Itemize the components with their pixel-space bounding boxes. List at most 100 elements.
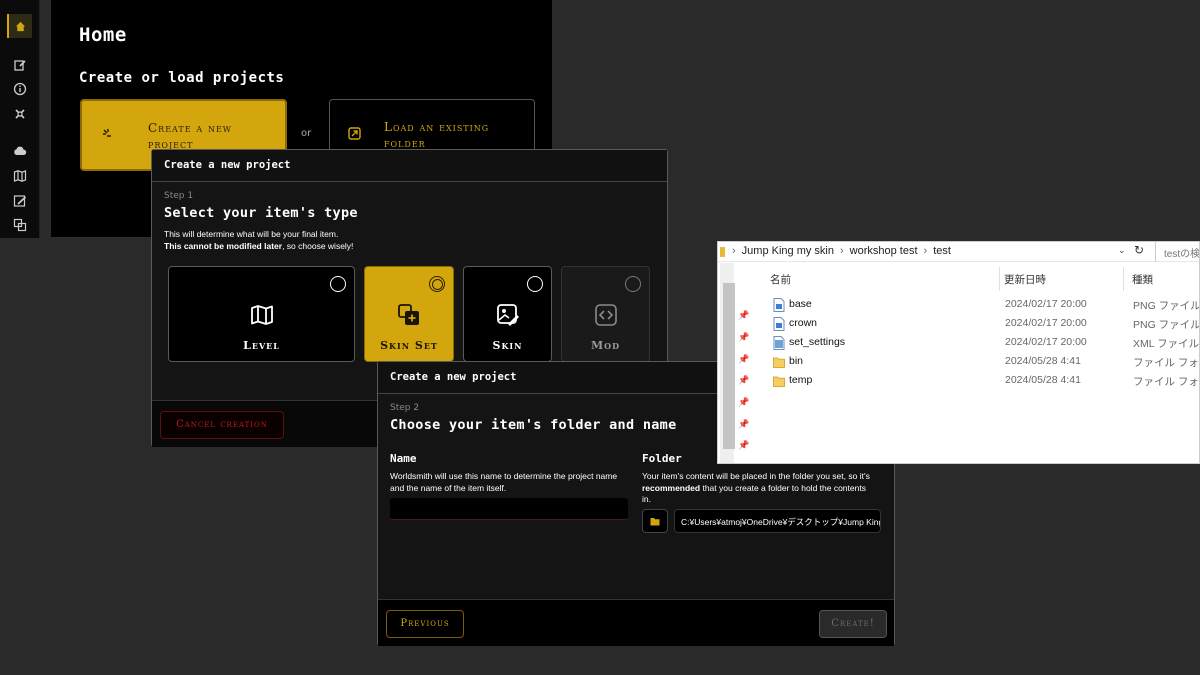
- pin-icon: 📌: [738, 311, 750, 321]
- radio-button[interactable]: [330, 276, 346, 292]
- file-type: PNG ファイル: [1133, 319, 1200, 331]
- type-card-level[interactable]: Level: [168, 266, 355, 362]
- type-label: Level: [243, 339, 280, 352]
- sparkle-icon: [103, 129, 111, 137]
- file-type: PNG ファイル: [1133, 300, 1200, 312]
- search-box[interactable]: testの検索: [1155, 242, 1199, 262]
- name-input[interactable]: [390, 498, 628, 520]
- create-button[interactable]: Create!: [819, 610, 887, 638]
- type-label: Skin Set: [380, 339, 438, 352]
- xml-file-icon: [773, 336, 785, 350]
- refresh-icon[interactable]: ↻: [1134, 243, 1148, 259]
- file-date: 2024/02/17 20:00: [1005, 336, 1087, 348]
- type-label: Mod: [590, 339, 621, 352]
- info-icon[interactable]: [13, 82, 27, 96]
- cancel-creation-button[interactable]: Cancel creation: [160, 411, 284, 439]
- code-icon: [594, 304, 617, 326]
- map-icon[interactable]: [13, 169, 27, 183]
- tools-icon[interactable]: [13, 107, 27, 121]
- column-header-name[interactable]: 名前: [770, 272, 791, 287]
- file-date: 2024/02/17 20:00: [1005, 298, 1087, 310]
- cloud-icon[interactable]: [13, 144, 27, 158]
- file-type: ファイル フォルダー: [1133, 357, 1199, 369]
- column-headers: 名前 更新日時 種類: [751, 263, 1199, 295]
- type-card-skin[interactable]: Skin: [463, 266, 552, 362]
- folder-path-field[interactable]: C:¥Users¥atmoj¥OneDrive¥デスクトップ¥Jump King…: [674, 509, 881, 533]
- section-title: Create or load projects: [79, 70, 285, 86]
- chevron-right-icon: ›: [923, 245, 928, 257]
- file-row[interactable]: set_settings 2024/02/17 20:00 XML ファイル: [751, 333, 1199, 352]
- pin-icon: 📌: [738, 333, 750, 343]
- sidebar-home-button[interactable]: [7, 14, 32, 38]
- file-row[interactable]: base 2024/02/17 20:00 PNG ファイル: [751, 295, 1199, 314]
- folder-row[interactable]: bin 2024/05/28 4:41 ファイル フォルダー: [751, 352, 1199, 371]
- pin-icon: 📌: [738, 398, 750, 408]
- edit-icon[interactable]: [13, 58, 27, 72]
- file-name: set_settings: [789, 336, 846, 348]
- column-header-date[interactable]: 更新日時: [1004, 272, 1046, 287]
- create-label-line1: Create a new: [148, 121, 233, 135]
- scrollbar-thumb[interactable]: [723, 283, 735, 449]
- file-row[interactable]: crown 2024/02/17 20:00 PNG ファイル: [751, 314, 1199, 333]
- file-date: 2024/05/28 4:41: [1005, 374, 1081, 386]
- folder-section-title: Folder: [642, 452, 682, 465]
- png-file-icon: [773, 298, 785, 312]
- file-explorer-window: › Jump King my skin › workshop test › test ⌄ …: [717, 241, 1200, 464]
- file-name: bin: [789, 355, 804, 367]
- home-icon: [15, 21, 26, 31]
- scrollbar[interactable]: [720, 263, 735, 463]
- column-header-type[interactable]: 種類: [1132, 272, 1153, 287]
- file-type: ファイル フォルダー: [1133, 376, 1199, 388]
- dialog-header: Create a new project: [152, 150, 667, 182]
- breadcrumb-item[interactable]: workshop test: [850, 245, 918, 257]
- type-card-mod: Mod: [561, 266, 650, 362]
- radio-button-disabled: [625, 276, 641, 292]
- layers-icon[interactable]: [13, 218, 27, 232]
- or-label: or: [301, 128, 312, 139]
- dialog-title: Create a new project: [390, 371, 517, 383]
- page-title: Home: [79, 24, 127, 46]
- folder-row[interactable]: temp 2024/05/28 4:41 ファイル フォルダー: [751, 371, 1199, 390]
- step-label: Step 2: [390, 403, 420, 413]
- name-section-title: Name: [390, 452, 417, 465]
- folder-icon: [720, 247, 725, 257]
- folder-description: Your item's content will be placed in th…: [642, 471, 870, 504]
- radio-button[interactable]: [527, 276, 543, 292]
- step-title: Choose your item's folder and name: [390, 417, 677, 433]
- folder-icon: [650, 517, 660, 525]
- file-date: 2024/02/17 20:00: [1005, 317, 1087, 329]
- type-card-skin-set[interactable]: Skin Set: [364, 266, 454, 362]
- radio-button-selected[interactable]: [429, 276, 445, 292]
- load-label-line2: folder: [384, 136, 426, 150]
- file-name: crown: [789, 317, 818, 329]
- address-bar[interactable]: › Jump King my skin › workshop test › test ⌄ …: [718, 242, 1199, 262]
- previous-button[interactable]: Previous: [386, 610, 464, 638]
- png-file-icon: [773, 317, 785, 331]
- step-title: Select your item's type: [164, 205, 358, 221]
- folder-icon: [773, 376, 785, 387]
- file-name: temp: [789, 374, 813, 386]
- pin-icon: 📌: [738, 441, 750, 451]
- breadcrumb-item[interactable]: test: [933, 245, 951, 257]
- file-type: XML ファイル: [1133, 338, 1200, 350]
- skin-icon: [496, 304, 519, 326]
- edit-image-icon[interactable]: [13, 194, 27, 208]
- folder-open-icon: [348, 127, 361, 140]
- pin-icon: 📌: [738, 420, 750, 430]
- chevron-right-icon: ›: [839, 245, 844, 257]
- browse-folder-button[interactable]: [642, 509, 668, 533]
- skin-set-icon: [398, 304, 419, 325]
- step-description: This will determine what will be your fi…: [164, 229, 354, 251]
- map-icon: [250, 305, 273, 325]
- file-name: base: [789, 298, 812, 310]
- breadcrumb-item[interactable]: Jump King my skin: [742, 245, 834, 257]
- dialog-footer: Previous Create!: [378, 599, 894, 646]
- chevron-down-icon[interactable]: ⌄: [1118, 246, 1128, 256]
- pin-icon: 📌: [738, 355, 750, 365]
- file-date: 2024/05/28 4:41: [1005, 355, 1081, 367]
- pin-icon: 📌: [738, 376, 750, 386]
- folder-icon: [773, 357, 785, 368]
- load-label-line1: Load an existing: [384, 120, 490, 134]
- type-label: Skin: [492, 339, 523, 352]
- name-description: Worldsmith will use this name to determi…: [390, 471, 618, 493]
